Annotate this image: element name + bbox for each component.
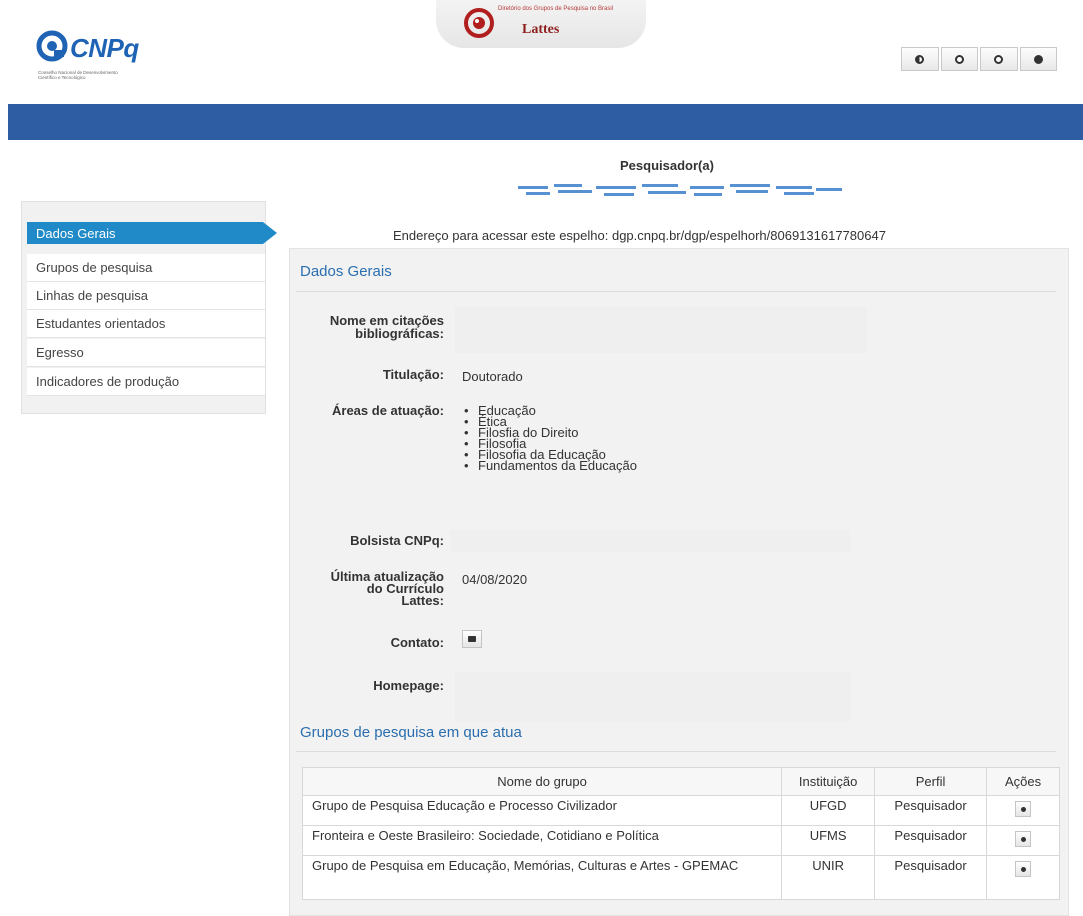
grupos-title: Grupos de pesquisa em que atua	[300, 724, 522, 741]
view-group-button[interactable]	[1015, 861, 1032, 877]
mail-icon	[468, 636, 476, 642]
active-arrow	[263, 222, 277, 244]
lattes-logo[interactable]: Diretório dos Grupos de Pesquisa no Bras…	[436, 0, 646, 48]
homepage-value-box	[455, 672, 850, 722]
cnpq-tagline: Conselho Nacional de Desenvolvimento Cie…	[38, 70, 118, 80]
contrast-button[interactable]	[901, 47, 939, 71]
font-increase-icon	[994, 54, 1004, 64]
nome-label-line2: bibliográficas:	[355, 326, 444, 341]
grupo-nome: Grupo de Pesquisa Educação e Processo Ci…	[301, 795, 783, 826]
sidebar-item-estudantes[interactable]: Estudantes orientados	[27, 310, 265, 338]
areas-list: Educação Ética Filosfia do Direito Filos…	[462, 404, 637, 472]
section-divider	[296, 291, 1056, 292]
view-group-button[interactable]	[1015, 801, 1032, 817]
font-decrease-icon	[954, 54, 964, 64]
grupo-perfil: Pesquisador	[874, 855, 988, 900]
atualizacao-label-line3: Lattes:	[401, 593, 444, 608]
table-row: Fronteira e Oeste Brasileiro: Sociedade,…	[301, 825, 1060, 856]
cnpq-logo-text: CNPq	[70, 33, 139, 63]
sidebar-item-egresso[interactable]: Egresso	[27, 339, 265, 367]
info-button[interactable]	[1019, 47, 1057, 71]
lattes-logo-icon	[464, 8, 494, 38]
cnpq-logo-icon	[36, 30, 68, 62]
top-nav-bar	[8, 104, 1083, 140]
grupo-perfil: Pesquisador	[874, 825, 988, 856]
header: CNPq Conselho Nacional de Desenvolviment…	[0, 0, 1083, 104]
bolsista-value-box	[450, 530, 850, 552]
grupos-table: Nome do grupo Instituição Perfil Ações G…	[301, 767, 1060, 900]
table-row: Grupo de Pesquisa em Educação, Memórias,…	[301, 855, 1060, 900]
list-item: Fundamentos da Educação	[462, 459, 637, 472]
grupo-acoes	[986, 825, 1060, 856]
atualizacao-value: 04/08/2020	[462, 572, 528, 587]
lattes-subtitle: Diretório dos Grupos de Pesquisa no Bras…	[498, 6, 614, 12]
cnpq-logo[interactable]: CNPq Conselho Nacional de Desenvolviment…	[36, 30, 176, 90]
titulacao-label: Titulação:	[382, 367, 444, 382]
contact-button[interactable]	[462, 630, 482, 648]
table-row: Grupo de Pesquisa Educação e Processo Ci…	[301, 795, 1060, 826]
font-decrease-button[interactable]	[940, 47, 978, 71]
col-perfil-header[interactable]: Perfil	[874, 767, 988, 796]
col-acoes-header: Ações	[986, 767, 1060, 796]
contrast-icon	[915, 54, 925, 64]
nome-value-box	[455, 307, 867, 353]
sidebar-item-grupos[interactable]: Grupos de pesquisa	[27, 254, 265, 282]
nome-label-line1: Nome em citações	[329, 313, 444, 328]
view-group-button[interactable]	[1015, 831, 1032, 847]
grupo-nome: Fronteira e Oeste Brasileiro: Sociedade,…	[301, 825, 783, 856]
grupo-nome: Grupo de Pesquisa em Educação, Memórias,…	[301, 855, 783, 900]
sidebar-item-linhas[interactable]: Linhas de pesquisa	[27, 282, 265, 310]
table-header-row: Nome do grupo Instituição Perfil Ações	[301, 767, 1060, 796]
areas-label: Áreas de atuação:	[332, 403, 444, 418]
role-label: Pesquisador(a)	[620, 158, 714, 173]
redacted-name	[518, 184, 842, 196]
grupo-acoes	[986, 795, 1060, 826]
grupo-acoes	[986, 855, 1060, 900]
col-instituicao-header[interactable]: Instituição	[781, 767, 876, 796]
contato-label: Contato:	[390, 635, 444, 650]
section-divider	[296, 751, 1056, 752]
sidebar-item-indicadores[interactable]: Indicadores de produção	[27, 368, 265, 396]
grupo-instituicao: UFGD	[781, 795, 876, 826]
bolsista-label: Bolsista CNPq:	[350, 533, 444, 548]
grupo-instituicao: UFMS	[781, 825, 876, 856]
font-increase-button[interactable]	[980, 47, 1018, 71]
grupo-instituicao: UNIR	[781, 855, 876, 900]
lattes-title: Lattes	[522, 22, 560, 37]
sidebar-item-dados-gerais[interactable]: Dados Gerais	[27, 222, 263, 244]
dados-gerais-title: Dados Gerais	[300, 263, 392, 280]
grupo-perfil: Pesquisador	[874, 795, 988, 826]
info-icon	[1033, 54, 1043, 64]
mirror-address: Endereço para acessar este espelho: dgp.…	[393, 228, 886, 243]
col-nome-header[interactable]: Nome do grupo	[301, 767, 783, 796]
accessibility-toolbar	[901, 47, 1057, 71]
homepage-label: Homepage:	[373, 678, 444, 693]
titulacao-value: Doutorado	[462, 369, 523, 384]
